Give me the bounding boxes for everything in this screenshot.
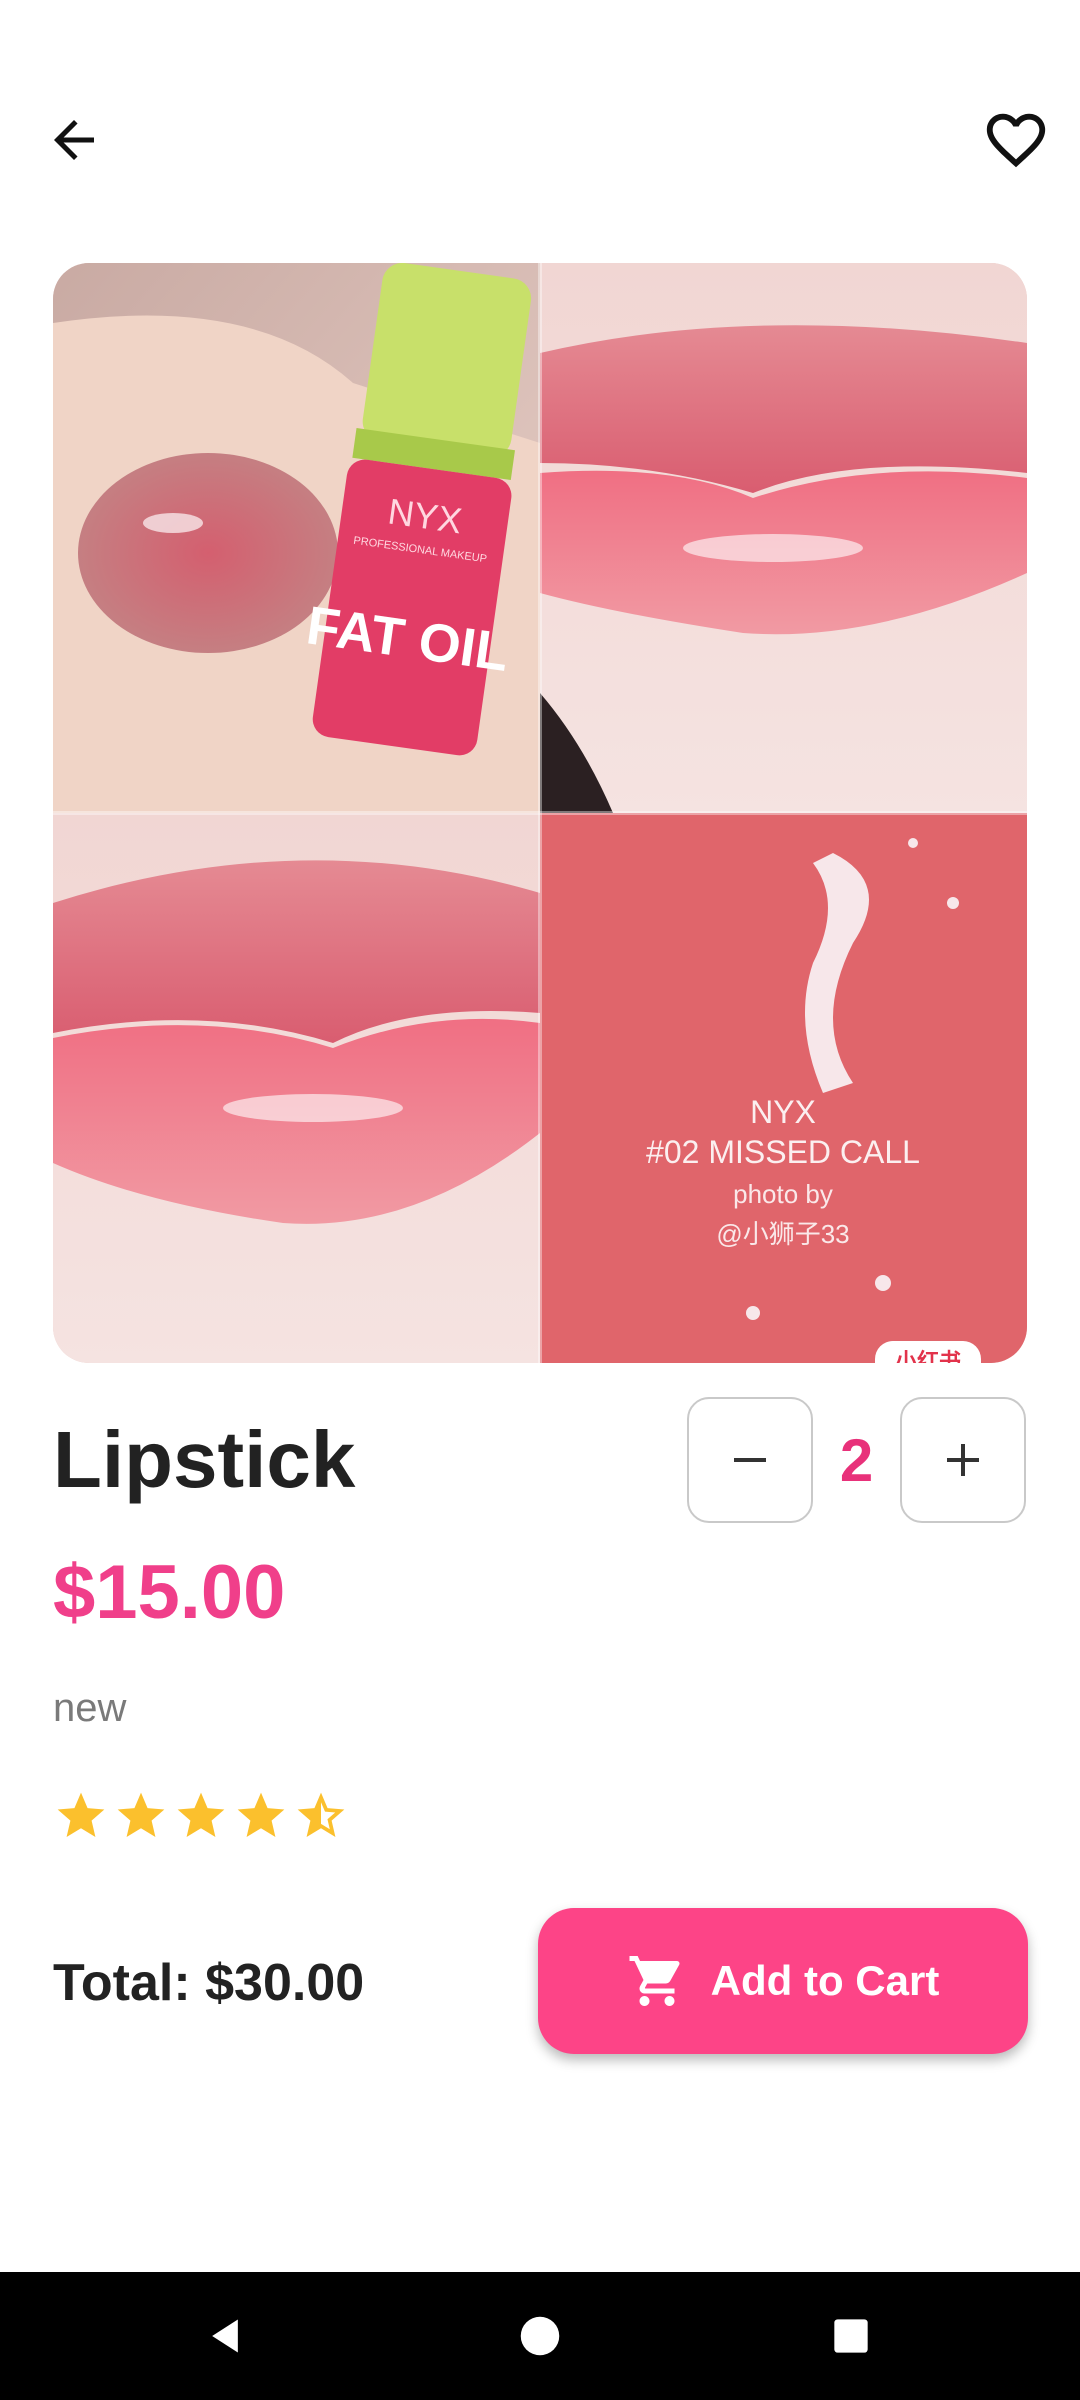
image-overlay-line-2: #02 MISSED CALL (646, 1134, 920, 1170)
product-image: NYX PROFESSIONAL MAKEUP FAT OIL NYX #02 … (53, 263, 1027, 1363)
star-full-icon (117, 1792, 165, 1837)
product-title: Lipstick (53, 1415, 356, 1504)
home-circle-icon (520, 2316, 560, 2356)
product-price: $15.00 (53, 1550, 286, 1635)
top-app-bar (0, 0, 1080, 230)
star-full-icon (57, 1792, 105, 1837)
back-button[interactable] (30, 96, 118, 184)
system-home-button[interactable] (480, 2272, 600, 2400)
plus-icon (947, 1444, 979, 1476)
image-overlay-line-4: @小狮子33 (716, 1219, 849, 1249)
shopping-cart-icon (629, 1956, 680, 2006)
image-overlay-line-3: photo by (733, 1179, 833, 1209)
system-navigation-bar (0, 2272, 1080, 2400)
star-full-icon (237, 1792, 285, 1837)
quantity-value: 2 (839, 1426, 874, 1494)
back-triangle-icon (212, 2319, 238, 2353)
minus-icon (734, 1458, 766, 1462)
arrow-left-icon (54, 120, 94, 160)
add-to-cart-button[interactable]: Add to Cart (538, 1908, 1028, 2054)
image-corner-badge: 小红书 (895, 1349, 961, 1363)
star-full-icon (177, 1792, 225, 1837)
product-description: new (53, 1686, 127, 1730)
star-half-icon (297, 1792, 345, 1837)
decrease-quantity-button[interactable] (687, 1397, 813, 1523)
increase-quantity-button[interactable] (900, 1397, 1026, 1523)
total-price: Total: $30.00 (53, 1954, 365, 2012)
image-overlay-line-1: NYX (750, 1094, 816, 1130)
rating-stars (53, 1788, 349, 1844)
system-back-button[interactable] (165, 2272, 285, 2400)
favorite-button[interactable] (970, 96, 1062, 184)
recents-square-icon (834, 2319, 868, 2353)
add-to-cart-label: Add to Cart (710, 1957, 940, 2004)
system-recents-button[interactable] (791, 2272, 911, 2400)
heart-outline-icon (986, 113, 1046, 168)
